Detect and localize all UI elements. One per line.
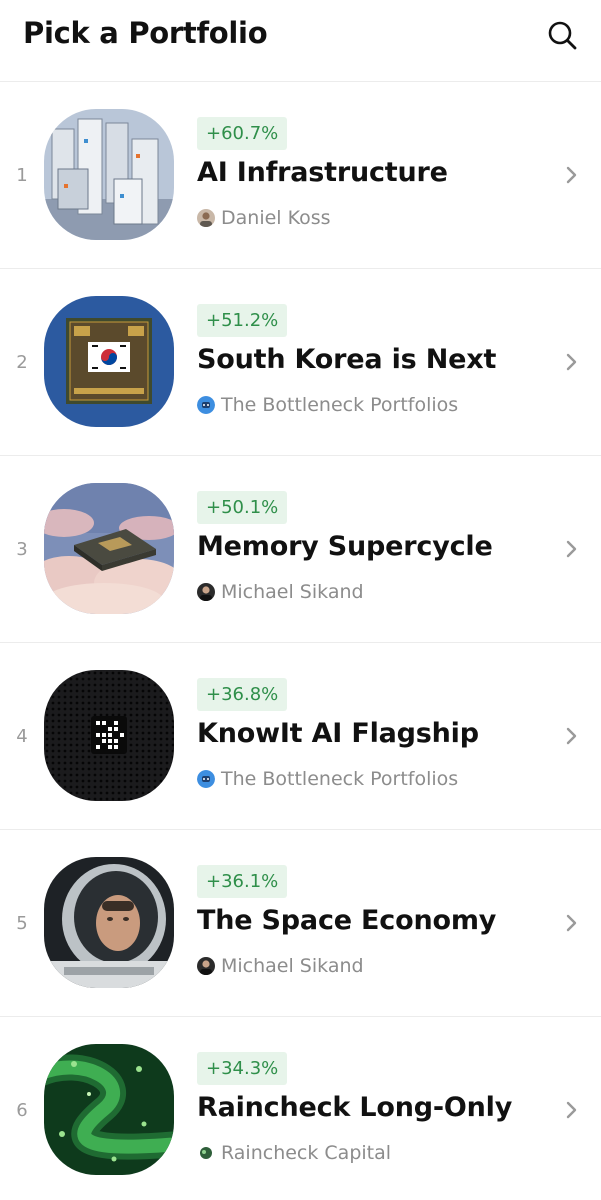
bottleneck-logo-avatar bbox=[197, 770, 215, 788]
korean-flag-circuit-board-image bbox=[44, 296, 174, 427]
return-badge: +34.3% bbox=[197, 1052, 288, 1085]
author: The Bottleneck Portfolios bbox=[197, 393, 458, 417]
chevron-right-icon[interactable] bbox=[563, 351, 581, 373]
header: Pick a Portfolio bbox=[0, 0, 601, 82]
portfolio-row[interactable]: 6 +34.3% Raincheck Long-Only Raincheck C… bbox=[0, 1017, 601, 1200]
rank-number: 2 bbox=[16, 352, 28, 373]
author-name: The Bottleneck Portfolios bbox=[221, 768, 459, 790]
person-avatar bbox=[197, 957, 215, 975]
return-badge: +60.7% bbox=[197, 117, 288, 150]
rank-number: 6 bbox=[16, 1100, 28, 1121]
author-name: Michael Sikand bbox=[221, 955, 364, 977]
search-icon[interactable] bbox=[545, 18, 579, 52]
portfolio-name: Memory Supercycle bbox=[197, 531, 493, 562]
author-name: Michael Sikand bbox=[221, 581, 364, 603]
person-avatar bbox=[197, 209, 215, 227]
bottleneck-logo-avatar bbox=[197, 396, 215, 414]
portfolio-name: The Space Economy bbox=[197, 905, 497, 936]
author: The Bottleneck Portfolios bbox=[197, 767, 458, 791]
chevron-right-icon[interactable] bbox=[563, 912, 581, 934]
raincheck-logo-avatar bbox=[197, 1144, 215, 1162]
author-name: The Bottleneck Portfolios bbox=[221, 394, 459, 416]
page-title: Pick a Portfolio bbox=[23, 16, 268, 50]
portfolio-row[interactable]: 1 +60.7% AI Infrastructure Daniel Koss bbox=[0, 82, 601, 269]
portfolio-list: 1 +60.7% AI Infrastructure Daniel Koss 2… bbox=[0, 82, 601, 1200]
chevron-right-icon[interactable] bbox=[563, 725, 581, 747]
author: Daniel Koss bbox=[197, 206, 331, 230]
portfolio-row[interactable]: 4 +36.8% KnowIt AI Flagship The Bottlene… bbox=[0, 643, 601, 830]
person-avatar bbox=[197, 583, 215, 601]
return-badge: +36.1% bbox=[197, 865, 288, 898]
portfolio-row[interactable]: 2 +51.2% South Korea is Next The Bottlen… bbox=[0, 269, 601, 456]
author-name: Raincheck Capital bbox=[221, 1142, 392, 1164]
server-racks-image bbox=[44, 109, 174, 240]
portfolio-row[interactable]: 3 +50.1% Memory Supercycle Michael Sikan… bbox=[0, 456, 601, 643]
rank-number: 1 bbox=[16, 165, 28, 186]
rank-number: 4 bbox=[16, 726, 28, 747]
author: Raincheck Capital bbox=[197, 1141, 391, 1165]
author: Michael Sikand bbox=[197, 954, 364, 978]
chevron-right-icon[interactable] bbox=[563, 164, 581, 186]
return-badge: +36.8% bbox=[197, 678, 288, 711]
green-circuit-image bbox=[44, 1044, 174, 1175]
rank-number: 3 bbox=[16, 539, 28, 560]
chevron-right-icon[interactable] bbox=[563, 1099, 581, 1121]
portfolio-name: South Korea is Next bbox=[197, 344, 497, 375]
astronaut-helmet-image bbox=[44, 857, 174, 988]
chip-over-clouds-image bbox=[44, 483, 174, 614]
search-button[interactable] bbox=[545, 18, 579, 52]
portfolio-row[interactable]: 5 +36.1% The Space Economy Michael Sikan… bbox=[0, 830, 601, 1017]
author-name: Daniel Koss bbox=[221, 207, 331, 229]
portfolio-name: AI Infrastructure bbox=[197, 157, 448, 188]
chevron-right-icon[interactable] bbox=[563, 538, 581, 560]
black-speaker-device-image bbox=[44, 670, 174, 801]
return-badge: +50.1% bbox=[197, 491, 288, 524]
rank-number: 5 bbox=[16, 913, 28, 934]
return-badge: +51.2% bbox=[197, 304, 288, 337]
portfolio-name: Raincheck Long-Only bbox=[197, 1092, 513, 1123]
portfolio-name: KnowIt AI Flagship bbox=[197, 718, 479, 749]
author: Michael Sikand bbox=[197, 580, 364, 604]
